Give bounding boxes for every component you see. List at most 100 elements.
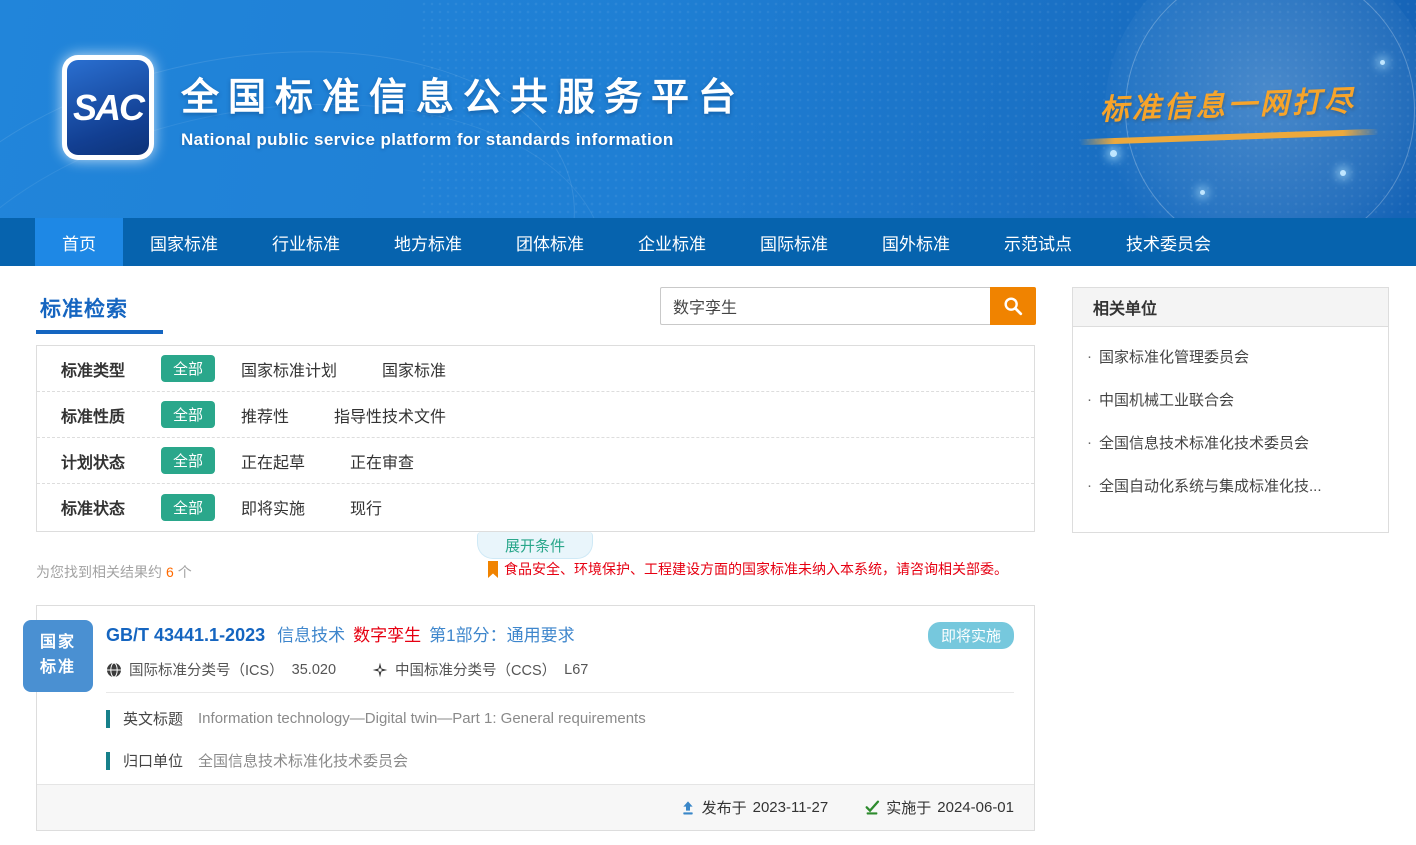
expand-conditions-button[interactable]: 展开条件 xyxy=(477,532,593,559)
related-units-list: 国家标准化管理委员会 中国机械工业联合会 全国信息技术标准化技术委员会 全国自动… xyxy=(1073,327,1388,515)
nav-item-foreign-standards[interactable]: 国外标准 xyxy=(855,218,977,266)
system-notice: 食品安全、环境保护、工程建设方面的国家标准未纳入本系统，请咨询相关部委。 xyxy=(487,559,1008,579)
publish-label: 发布于 xyxy=(702,797,747,818)
committee-label: 归口单位 xyxy=(123,750,183,771)
main-nav: 首页 国家标准 行业标准 地方标准 团体标准 企业标准 国际标准 国外标准 示范… xyxy=(0,218,1416,266)
filter-option[interactable]: 即将实施 xyxy=(241,495,305,519)
filter-option[interactable]: 推荐性 xyxy=(241,403,289,427)
nav-item-national-standards[interactable]: 国家标准 xyxy=(123,218,245,266)
result-count: 为您找到相关结果约6个 xyxy=(36,562,192,582)
english-title-row: 英文标题 Information technology—Digital twin… xyxy=(106,708,1014,729)
filter-option[interactable]: 正在起草 xyxy=(241,449,305,473)
committee-value: 全国信息技术标准化技术委员会 xyxy=(198,750,408,771)
tag-line2: 标准 xyxy=(23,656,93,681)
nav-item-group-standards[interactable]: 团体标准 xyxy=(489,218,611,266)
search-input[interactable] xyxy=(660,287,990,325)
standard-code: GB/T 43441.1-2023 xyxy=(106,625,265,646)
filter-option[interactable]: 国家标准 xyxy=(382,357,446,381)
notice-text: 食品安全、环境保护、工程建设方面的国家标准未纳入本系统，请咨询相关部委。 xyxy=(504,559,1008,579)
filter-option[interactable]: 正在审查 xyxy=(350,449,414,473)
row-marker-bar xyxy=(106,752,110,770)
upload-icon xyxy=(680,800,696,816)
filter-option[interactable]: 国家标准计划 xyxy=(241,357,337,381)
banner-slogan: 标准信息一网打尽 xyxy=(1077,77,1379,145)
filter-row-standard-type: 标准类型 全部 国家标准计划 国家标准 xyxy=(37,346,1034,392)
nav-item-local-standards[interactable]: 地方标准 xyxy=(367,218,489,266)
nav-item-industry-standards[interactable]: 行业标准 xyxy=(245,218,367,266)
site-title-block: 全国标准信息公共服务平台 National public service pla… xyxy=(181,66,745,150)
sidebar-item-it-standardization-committee[interactable]: 全国信息技术标准化技术委员会 xyxy=(1087,421,1374,464)
filter-label: 标准状态 xyxy=(61,495,161,519)
implement-date: 2024-06-01 xyxy=(937,799,1014,816)
implement-date-group: 实施于 2024-06-01 xyxy=(858,797,1014,818)
card-detail-rows: 英文标题 Information technology—Digital twin… xyxy=(37,693,1034,771)
filter-all-badge[interactable]: 全部 xyxy=(161,494,215,521)
result-count-number: 6 xyxy=(166,564,174,580)
row-marker-bar xyxy=(106,710,110,728)
filter-label: 标准性质 xyxy=(61,403,161,427)
english-title-value: Information technology—Digital twin—Part… xyxy=(198,710,646,727)
site-title: 全国标准信息公共服务平台 xyxy=(181,66,745,121)
filter-row-plan-status: 计划状态 全部 正在起草 正在审查 xyxy=(37,438,1034,484)
page-title: 标准检索 xyxy=(40,293,128,323)
standard-type-tag: 国家 标准 xyxy=(23,620,93,692)
standard-title-part2: 第1部分：通用要求 xyxy=(429,621,574,646)
filter-option[interactable]: 现行 xyxy=(350,495,382,519)
related-units-title: 相关单位 xyxy=(1073,288,1388,327)
filter-row-standard-nature: 标准性质 全部 推荐性 指导性技术文件 xyxy=(37,392,1034,438)
ics-value: 35.020 xyxy=(292,662,336,678)
spark-decor xyxy=(1380,60,1385,65)
filter-label: 计划状态 xyxy=(61,449,161,473)
spark-decor xyxy=(1200,190,1205,195)
ccs-label: 中国标准分类号（CCS） xyxy=(395,659,556,680)
filter-row-standard-status: 标准状态 全部 即将实施 现行 xyxy=(37,484,1034,530)
publish-date: 2023-11-27 xyxy=(753,799,829,816)
result-card: 国家 标准 即将实施 GB/T 43441.1-2023 信息技术 数字孪生 第… xyxy=(36,605,1035,831)
tag-line1: 国家 xyxy=(23,631,93,656)
nav-item-home[interactable]: 首页 xyxy=(35,218,123,266)
compass-icon xyxy=(372,662,388,678)
sidebar-item-machinery-federation[interactable]: 中国机械工业联合会 xyxy=(1087,378,1374,421)
site-banner: SAC 全国标准信息公共服务平台 National public service… xyxy=(0,0,1416,218)
nav-item-pilot[interactable]: 示范试点 xyxy=(977,218,1099,266)
filter-panel: 标准类型 全部 国家标准计划 国家标准 标准性质 全部 推荐性 指导性技术文件 … xyxy=(36,345,1035,532)
globe-icon xyxy=(106,662,122,678)
nav-item-technical-committee[interactable]: 技术委员会 xyxy=(1099,218,1238,266)
check-icon xyxy=(864,800,880,816)
english-title-label: 英文标题 xyxy=(123,708,183,729)
publish-date-group: 发布于 2023-11-27 xyxy=(674,797,829,818)
filter-all-badge[interactable]: 全部 xyxy=(161,401,215,428)
nav-item-international-standards[interactable]: 国际标准 xyxy=(733,218,855,266)
standard-title-link[interactable]: GB/T 43441.1-2023 信息技术 数字孪生 第1部分：通用要求 xyxy=(106,621,1014,646)
standard-title-highlight: 数字孪生 xyxy=(353,621,421,646)
nav-item-enterprise-standards[interactable]: 企业标准 xyxy=(611,218,733,266)
result-count-prefix: 为您找到相关结果约 xyxy=(36,564,162,580)
slogan-text: 标准信息一网打尽 xyxy=(1077,77,1378,129)
implement-label: 实施于 xyxy=(886,797,931,818)
search-box xyxy=(660,287,1036,325)
sac-logo-text: SAC xyxy=(73,87,143,129)
spark-decor xyxy=(1340,170,1346,176)
sac-logo-box: SAC xyxy=(67,60,149,155)
sac-logo[interactable]: SAC xyxy=(62,55,154,160)
ics-label: 国际标准分类号（ICS） xyxy=(129,659,284,680)
filter-all-badge[interactable]: 全部 xyxy=(161,355,215,382)
site-subtitle: National public service platform for sta… xyxy=(181,130,745,150)
spark-decor xyxy=(1110,150,1117,157)
sidebar-item-automation-committee[interactable]: 全国自动化系统与集成标准化技... xyxy=(1087,464,1374,507)
related-units-panel: 相关单位 国家标准化管理委员会 中国机械工业联合会 全国信息技术标准化技术委员会… xyxy=(1072,287,1389,533)
ccs-value: L67 xyxy=(564,662,588,678)
card-footer: 发布于 2023-11-27 实施于 2024-06-01 xyxy=(37,784,1034,830)
result-count-suffix: 个 xyxy=(178,564,192,580)
main-content: 标准检索 标准类型 全部 国家标准计划 国家标准 标准性质 全部 推荐性 指导性… xyxy=(0,266,1416,845)
filter-all-badge[interactable]: 全部 xyxy=(161,447,215,474)
card-head: GB/T 43441.1-2023 信息技术 数字孪生 第1部分：通用要求 国际… xyxy=(37,606,1034,680)
standard-title-part1: 信息技术 xyxy=(277,621,345,646)
bookmark-icon xyxy=(487,561,499,578)
card-meta-row: 国际标准分类号（ICS） 35.020 中国标准分类号（CCS） L67 xyxy=(106,659,1014,680)
status-badge: 即将实施 xyxy=(928,622,1014,649)
page-title-underline xyxy=(36,330,163,334)
sidebar-item-sac[interactable]: 国家标准化管理委员会 xyxy=(1087,335,1374,378)
filter-option[interactable]: 指导性技术文件 xyxy=(334,403,446,427)
search-button[interactable] xyxy=(990,287,1036,325)
